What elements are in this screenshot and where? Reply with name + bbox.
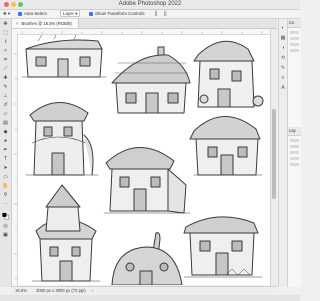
auto-select-checkbox[interactable]: Auto-Select <box>18 10 47 18</box>
move-tool-icon[interactable]: ✥ <box>2 21 9 28</box>
layers-panel-header[interactable]: Lay <box>288 127 301 136</box>
path-select-icon[interactable]: ➤ <box>2 165 9 172</box>
panel-row <box>290 43 299 46</box>
history-panel-icon[interactable]: ⟲ <box>280 55 286 61</box>
lasso-tool-icon[interactable]: ℓ <box>2 39 9 46</box>
tall-tower-illustration <box>31 184 101 282</box>
title-bar: Adobe Photoshop 2022 <box>0 0 300 10</box>
window-bottom-edge <box>0 295 300 301</box>
type-tool-icon[interactable]: T <box>2 156 9 163</box>
status-menu-chevron-icon[interactable]: › <box>92 287 93 295</box>
zoom-tool-icon[interactable]: ⚲ <box>2 192 9 199</box>
auto-select-label: Auto-Select <box>24 11 47 16</box>
pen-tool-icon[interactable]: ✒ <box>2 147 9 154</box>
thatched-cottage-illustration <box>111 46 191 114</box>
checkbox-checked-icon <box>18 11 22 16</box>
vertical-scrollbar[interactable] <box>270 29 277 286</box>
swatches-panel-icon[interactable]: ▦ <box>280 35 286 41</box>
dodge-tool-icon[interactable]: ● <box>2 138 9 145</box>
panel-row <box>290 37 299 40</box>
tower-house-illustration <box>193 40 264 108</box>
eraser-icon[interactable]: ▱ <box>2 111 9 118</box>
show-transform-label: Show Transform Controls <box>95 11 145 16</box>
panel-row <box>290 49 299 52</box>
blur-tool-icon[interactable]: ◆ <box>2 129 9 136</box>
cottage-illustration <box>21 35 107 78</box>
character-panel-icon[interactable]: A <box>280 85 286 91</box>
right-panel: Co Lay <box>287 19 301 287</box>
gradient-tool-icon[interactable]: ▤ <box>2 120 9 127</box>
stair-cottage-illustration <box>183 216 263 278</box>
color-panel-header[interactable]: Co <box>288 19 301 28</box>
document-tab-title: Brushes @ 16.5% (RGB/8) <box>21 21 72 26</box>
crop-tool-icon[interactable]: ⌗ <box>2 57 9 64</box>
status-bar: 16.5% 3000 px x 3000 px (72 ppi) › <box>12 286 277 295</box>
document-dimensions: 3000 px x 3000 px (72 ppi) <box>36 288 86 293</box>
document-tab[interactable]: × Brushes @ 16.5% (RGB/8) <box>12 19 79 28</box>
document-tab-bar: × Brushes @ 16.5% (RGB/8) <box>12 19 277 29</box>
toolbox: ✥ ⬚ ℓ ✧ ⌗ ⟋ ✚ ✎ ⊥ ↺ ▱ ▤ ◆ ● ✒ T ➤ ▭ ✋ ⚲ … <box>0 19 12 287</box>
adjustments-panel-icon[interactable]: ◑ <box>280 45 286 51</box>
foreground-color-icon[interactable] <box>2 212 9 219</box>
color-panel-icon[interactable]: ◐ <box>280 25 286 31</box>
show-transform-checkbox[interactable]: Show Transform Controls <box>89 10 145 18</box>
close-tab-icon[interactable]: × <box>16 21 18 26</box>
checkbox-checked-icon <box>89 11 93 16</box>
mushroom-house-illustration <box>25 102 99 176</box>
brush-settings-panel-icon[interactable]: ✎ <box>280 65 286 71</box>
zoom-level[interactable]: 16.5% <box>15 287 27 295</box>
layer-select-dropdown[interactable]: Layer ▾ <box>60 10 81 18</box>
window-title: Adobe Photoshop 2022 <box>118 1 182 7</box>
mushroom-dome-illustration <box>111 232 183 285</box>
panel-row <box>290 151 299 154</box>
hand-tool-icon[interactable]: ✋ <box>2 183 9 190</box>
panel-row <box>290 145 299 148</box>
history-brush-icon[interactable]: ↺ <box>2 102 9 109</box>
scrollbar-thumb[interactable] <box>272 109 276 199</box>
marquee-tool-icon[interactable]: ⬚ <box>2 30 9 37</box>
eyedropper-icon[interactable]: ⟋ <box>2 66 9 73</box>
panel-icon-strip: ◐ ▦ ◑ ⟲ ✎ ≡ A <box>278 19 287 287</box>
panel-row <box>290 31 299 34</box>
healing-brush-icon[interactable]: ✚ <box>2 75 9 82</box>
align-buttons-icon[interactable]: ▕ ▏ ▕ ▏ <box>152 10 169 18</box>
panel-row <box>290 157 299 160</box>
magic-wand-icon[interactable]: ✧ <box>2 48 9 55</box>
more-tools-icon[interactable]: ⋯ <box>2 201 9 208</box>
shape-tool-icon[interactable]: ▭ <box>2 174 9 181</box>
clone-stamp-icon[interactable]: ⊥ <box>2 93 9 100</box>
round-cottage-illustration <box>103 147 191 214</box>
document-canvas[interactable] <box>18 35 270 285</box>
brush-tool-icon[interactable]: ✎ <box>2 84 9 91</box>
panel-row <box>290 163 299 166</box>
screen-mode-icon[interactable]: ▣ <box>2 232 9 239</box>
layer-select-value: Layer <box>63 11 74 16</box>
move-tool-options-icon[interactable]: ✥ ▾ <box>3 10 10 18</box>
options-bar: ✥ ▾ Auto-Select Layer ▾ Show Transform C… <box>0 10 300 19</box>
domed-cottage-illustration <box>189 116 263 176</box>
quick-mask-icon[interactable]: ◎ <box>2 223 9 230</box>
panel-row <box>290 139 299 142</box>
properties-panel-icon[interactable]: ≡ <box>280 75 286 81</box>
